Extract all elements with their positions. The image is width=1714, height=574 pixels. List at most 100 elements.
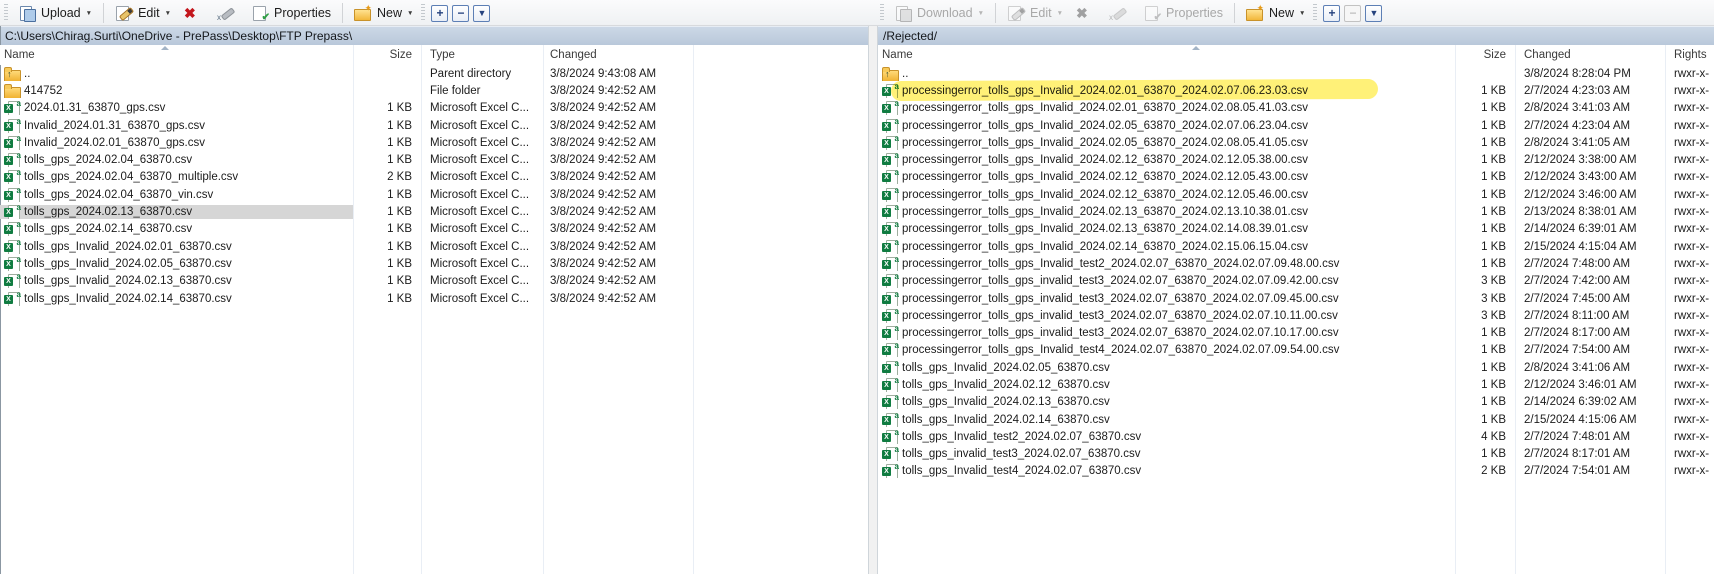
file-name-cell[interactable]: a tolls_gps_2024.02.04_63870_multiple.cs… (0, 170, 353, 184)
file-row[interactable]: a processingerror_tolls_gps_Invalid_2024… (878, 82, 1714, 99)
file-row[interactable]: a tolls_gps_Invalid_2024.02.14_63870.csv… (0, 290, 868, 307)
column-header-name[interactable]: Name (0, 49, 353, 61)
expand-plus-button-remote[interactable]: + (1323, 5, 1340, 22)
file-row[interactable]: a tolls_gps_Invalid_2024.02.05_63870.csv… (878, 359, 1714, 376)
file-row[interactable]: a tolls_gps_2024.02.04_63870.csv 1 KB Mi… (0, 151, 868, 168)
file-name-cell[interactable]: a processingerror_tolls_gps_invalid_test… (878, 309, 1455, 323)
collapse-minus-button-remote[interactable]: − (1344, 5, 1361, 22)
file-row[interactable]: a tolls_gps_Invalid_2024.02.13_63870.csv… (0, 273, 868, 290)
file-name-cell[interactable]: a processingerror_tolls_gps_invalid_test… (878, 326, 1455, 340)
file-name-cell[interactable]: a processingerror_tolls_gps_Invalid_2024… (878, 170, 1455, 184)
file-row[interactable]: a tolls_gps_Invalid_2024.02.05_63870.csv… (0, 255, 868, 272)
filter-button-remote[interactable]: ▼ (1365, 5, 1382, 22)
file-name-cell[interactable]: a processingerror_tolls_gps_Invalid_2024… (878, 84, 1455, 98)
file-name-cell[interactable]: a tolls_gps_2024.02.14_63870.csv (0, 222, 353, 236)
file-row[interactable]: a processingerror_tolls_gps_Invalid_2024… (878, 238, 1714, 255)
file-row[interactable]: a tolls_gps_2024.02.13_63870.csv 1 KB Mi… (0, 203, 868, 220)
file-row[interactable]: a tolls_gps_2024.02.04_63870_multiple.cs… (0, 169, 868, 186)
collapse-minus-button[interactable]: − (452, 5, 469, 22)
file-name-cell[interactable]: a tolls_gps_Invalid_2024.02.14_63870.csv (0, 292, 353, 306)
file-row[interactable]: a tolls_gps_Invalid_2024.02.01_63870.csv… (0, 238, 868, 255)
file-name-cell[interactable]: ↑ .. (0, 67, 353, 81)
file-row[interactable]: a tolls_gps_Invalid_test2_2024.02.07_638… (878, 428, 1714, 445)
file-row[interactable]: a tolls_gps_Invalid_test4_2024.02.07_638… (878, 463, 1714, 480)
file-row[interactable]: a processingerror_tolls_gps_Invalid_2024… (878, 134, 1714, 151)
file-row[interactable]: a processingerror_tolls_gps_Invalid_2024… (878, 203, 1714, 220)
toolbar-grip[interactable] (4, 4, 8, 22)
file-row[interactable]: a processingerror_tolls_gps_Invalid_2024… (878, 169, 1714, 186)
file-name-cell[interactable]: a processingerror_tolls_gps_Invalid_2024… (878, 136, 1455, 150)
file-row[interactable]: a processingerror_tolls_gps_Invalid_2024… (878, 151, 1714, 168)
column-header-size[interactable]: Size (1455, 49, 1515, 61)
file-row[interactable]: a 2024.01.31_63870_gps.csv 1 KB Microsof… (0, 100, 868, 117)
file-name-cell[interactable]: a tolls_gps_2024.02.13_63870.csv (0, 205, 353, 219)
file-row[interactable]: 414752 File folder 3/8/2024 9:42:52 AM (0, 82, 868, 99)
file-name-cell[interactable]: a processingerror_tolls_gps_Invalid_2024… (878, 240, 1455, 254)
rename-button-remote[interactable] (1103, 2, 1137, 24)
column-header-changed[interactable]: Changed (1515, 49, 1665, 61)
file-name-cell[interactable]: a processingerror_tolls_gps_Invalid_test… (878, 343, 1455, 357)
file-row[interactable]: a processingerror_tolls_gps_Invalid_test… (878, 255, 1714, 272)
upload-button[interactable]: Upload (12, 2, 98, 24)
file-row[interactable]: a tolls_gps_2024.02.04_63870_vin.csv 1 K… (0, 186, 868, 203)
file-row[interactable]: ↑ .. Parent directory 3/8/2024 9:43:08 A… (0, 65, 868, 82)
file-name-cell[interactable]: a processingerror_tolls_gps_Invalid_2024… (878, 222, 1455, 236)
file-name-cell[interactable]: a Invalid_2024.01.31_63870_gps.csv (0, 119, 353, 133)
file-name-cell[interactable]: a tolls_gps_Invalid_test4_2024.02.07_638… (878, 464, 1455, 478)
filter-button[interactable]: ▼ (473, 5, 490, 22)
file-row[interactable]: a processingerror_tolls_gps_Invalid_2024… (878, 221, 1714, 238)
file-name-cell[interactable]: a processingerror_tolls_gps_Invalid_2024… (878, 153, 1455, 167)
file-name-cell[interactable]: a Invalid_2024.02.01_63870_gps.csv (0, 136, 353, 150)
file-row[interactable]: a Invalid_2024.01.31_63870_gps.csv 1 KB … (0, 117, 868, 134)
file-name-cell[interactable]: a tolls_gps_Invalid_2024.02.13_63870.csv (0, 274, 353, 288)
file-name-cell[interactable]: a tolls_gps_Invalid_2024.02.05_63870.csv (0, 257, 353, 271)
file-name-cell[interactable]: a tolls_gps_Invalid_2024.02.05_63870.csv (878, 361, 1455, 375)
panel-splitter[interactable] (868, 26, 878, 574)
new-button[interactable]: New (348, 2, 419, 24)
column-header-rights[interactable]: Rights (1665, 49, 1714, 61)
column-header-type[interactable]: Type (421, 49, 543, 61)
edit-button[interactable]: Edit (109, 2, 177, 24)
file-row[interactable]: a tolls_gps_Invalid_2024.02.12_63870.csv… (878, 376, 1714, 393)
file-name-cell[interactable]: a tolls_gps_2024.02.04_63870.csv (0, 153, 353, 167)
delete-button[interactable] (177, 2, 211, 24)
file-name-cell[interactable]: a processingerror_tolls_gps_Invalid_2024… (878, 101, 1455, 115)
file-row[interactable]: a processingerror_tolls_gps_invalid_test… (878, 273, 1714, 290)
column-header-size[interactable]: Size (353, 49, 421, 61)
file-row[interactable]: a processingerror_tolls_gps_Invalid_2024… (878, 117, 1714, 134)
file-name-cell[interactable]: a processingerror_tolls_gps_Invalid_test… (878, 257, 1455, 271)
file-name-cell[interactable]: a processingerror_tolls_gps_invalid_test… (878, 274, 1455, 288)
file-name-cell[interactable]: a tolls_gps_Invalid_2024.02.12_63870.csv (878, 378, 1455, 392)
local-path-bar[interactable]: C:\Users\Chirag.Surti\OneDrive - PrePass… (0, 26, 868, 45)
file-name-cell[interactable]: a processingerror_tolls_gps_Invalid_2024… (878, 119, 1455, 133)
file-name-cell[interactable]: a tolls_gps_Invalid_2024.02.13_63870.csv (878, 395, 1455, 409)
file-name-cell[interactable]: a processingerror_tolls_gps_Invalid_2024… (878, 205, 1455, 219)
file-name-cell[interactable]: a tolls_gps_invalid_test3_2024.02.07_638… (878, 447, 1455, 461)
toolbar-grip[interactable] (421, 4, 425, 22)
edit-button-remote[interactable]: Edit (1001, 2, 1069, 24)
file-row[interactable]: a processingerror_tolls_gps_invalid_test… (878, 324, 1714, 341)
properties-button[interactable]: Properties (245, 2, 337, 24)
file-row[interactable]: a tolls_gps_2024.02.14_63870.csv 1 KB Mi… (0, 221, 868, 238)
file-name-cell[interactable]: a processingerror_tolls_gps_Invalid_2024… (878, 188, 1455, 202)
file-row[interactable]: a tolls_gps_invalid_test3_2024.02.07_638… (878, 446, 1714, 463)
remote-path-bar[interactable]: /Rejected/ (878, 26, 1714, 45)
download-button[interactable]: Download (888, 2, 990, 24)
file-row[interactable]: a processingerror_tolls_gps_invalid_test… (878, 290, 1714, 307)
file-row[interactable]: a Invalid_2024.02.01_63870_gps.csv 1 KB … (0, 134, 868, 151)
file-row[interactable]: a tolls_gps_Invalid_2024.02.13_63870.csv… (878, 394, 1714, 411)
file-name-cell[interactable]: a tolls_gps_Invalid_test2_2024.02.07_638… (878, 430, 1455, 444)
file-name-cell[interactable]: a processingerror_tolls_gps_invalid_test… (878, 292, 1455, 306)
new-button-remote[interactable]: New (1240, 2, 1311, 24)
properties-button-remote[interactable]: Properties (1137, 2, 1229, 24)
delete-button-remote[interactable] (1069, 2, 1103, 24)
file-row[interactable]: a tolls_gps_Invalid_2024.02.14_63870.csv… (878, 411, 1714, 428)
column-header-changed[interactable]: Changed (543, 49, 693, 61)
file-name-cell[interactable]: a tolls_gps_Invalid_2024.02.01_63870.csv (0, 240, 353, 254)
column-header-name[interactable]: Name (878, 49, 1455, 61)
toolbar-grip[interactable] (880, 4, 884, 22)
rename-button[interactable] (211, 2, 245, 24)
file-row[interactable]: a processingerror_tolls_gps_Invalid_2024… (878, 186, 1714, 203)
file-row[interactable]: a processingerror_tolls_gps_invalid_test… (878, 307, 1714, 324)
toolbar-grip[interactable] (1313, 4, 1317, 22)
